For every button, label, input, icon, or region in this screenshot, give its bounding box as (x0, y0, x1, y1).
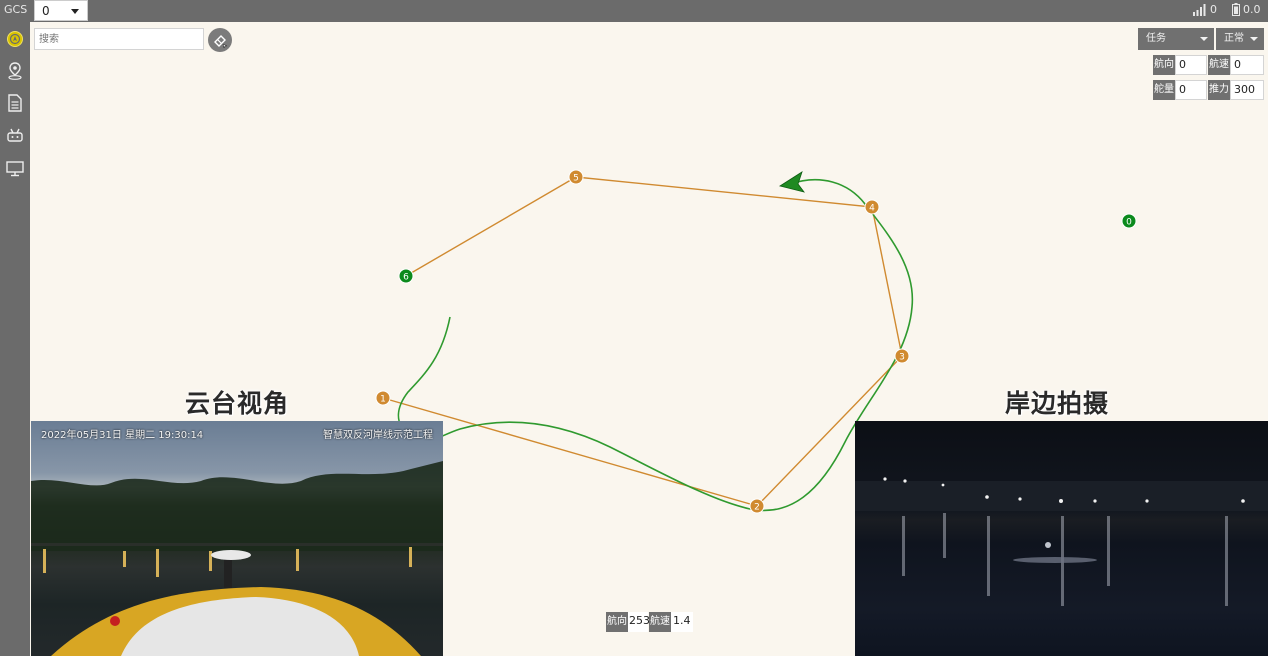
gimbal-caption: 智慧双反河岸线示范工程 (323, 430, 433, 441)
rudder-label: 舵量 (1153, 80, 1175, 100)
sidebar-item-robot[interactable] (5, 125, 25, 145)
rudder-value: 0 (1175, 80, 1207, 100)
waypoint-label: 5 (573, 174, 579, 184)
eraser-icon (214, 35, 228, 48)
heading-value: 0 (1175, 55, 1207, 75)
vehicle-icon (7, 31, 23, 47)
home-marker-label: 0 (1126, 218, 1132, 228)
vessel-speed-value: 1.4 (671, 612, 693, 632)
battery-value: 0.0 (1243, 3, 1261, 16)
waypoint-label: 6 (403, 273, 409, 283)
waypoint-label: 4 (869, 204, 875, 214)
gimbal-timestamp: 2022年05月31日 星期二 19:30:14 (41, 430, 204, 441)
chevron-down-icon (1250, 37, 1258, 41)
thrust-value: 300 (1230, 80, 1264, 100)
sidebar-item-docs[interactable] (5, 93, 25, 113)
app-title: GCS (4, 3, 28, 16)
waypoint-label: 1 (380, 395, 386, 405)
status-dropdown[interactable]: 正常 (1216, 28, 1264, 50)
vehicle-select-value: 0 (42, 4, 50, 18)
waypoint-4[interactable]: 4 (864, 199, 880, 215)
waypoint-1[interactable]: 1 (375, 390, 391, 406)
battery-status: 0.0 (1232, 3, 1261, 16)
sidebar-item-monitor[interactable] (5, 159, 25, 179)
chevron-down-icon (71, 9, 79, 14)
robot-icon (7, 128, 23, 142)
chevron-down-icon (1200, 37, 1208, 41)
thrust-label: 推力 (1208, 80, 1230, 100)
vehicle-select[interactable]: 0 (34, 0, 88, 21)
shore-video-scene (855, 477, 1268, 606)
gimbal-video-feed[interactable]: 2022年05月31日 星期二 19:30:14 智慧双反河岸线示范工程 (31, 421, 443, 656)
signal-status: 0 (1193, 3, 1217, 16)
waypoint-label: 3 (899, 353, 905, 363)
gimbal-view-title: 云台视角 (185, 389, 290, 418)
speed-value: 0 (1230, 55, 1264, 75)
sidebar-item-vehicle[interactable] (5, 29, 25, 49)
signal-value: 0 (1210, 3, 1217, 16)
route-line (382, 176, 903, 507)
search-button[interactable] (208, 28, 232, 52)
mode-dropdown-value: 任务 (1146, 33, 1166, 44)
signal-icon (1193, 3, 1206, 16)
document-icon (8, 94, 22, 112)
top-bar: GCS 0 0 0.0 (0, 0, 1268, 22)
battery-icon (1232, 3, 1240, 16)
gimbal-video-scene (31, 461, 443, 656)
search-input[interactable] (34, 28, 204, 50)
monitor-icon (6, 161, 24, 177)
waypoint-label: 2 (754, 503, 760, 513)
vessel-heading-label: 航向 (606, 612, 628, 632)
waypoint-5[interactable]: 5 (568, 169, 584, 185)
location-pin-icon (8, 62, 22, 80)
waypoint-3[interactable]: 3 (894, 348, 910, 364)
vessel-track (397, 178, 914, 512)
waypoint-2[interactable]: 2 (749, 498, 765, 514)
status-dropdown-value: 正常 (1224, 33, 1244, 44)
shore-video-feed[interactable] (855, 421, 1268, 656)
mode-dropdown[interactable]: 任务 (1138, 28, 1214, 50)
sidebar-item-map[interactable] (5, 61, 25, 81)
vessel-heading-value: 253 (628, 612, 650, 632)
speed-label: 航速 (1208, 55, 1230, 75)
sidebar (0, 22, 30, 656)
heading-label: 航向 (1153, 55, 1175, 75)
home-marker[interactable]: 0 (1121, 213, 1137, 229)
shore-view-title: 岸边拍摄 (1005, 389, 1110, 418)
vessel-speed-label: 航速 (649, 612, 671, 632)
waypoint-6[interactable]: 6 (398, 268, 414, 284)
